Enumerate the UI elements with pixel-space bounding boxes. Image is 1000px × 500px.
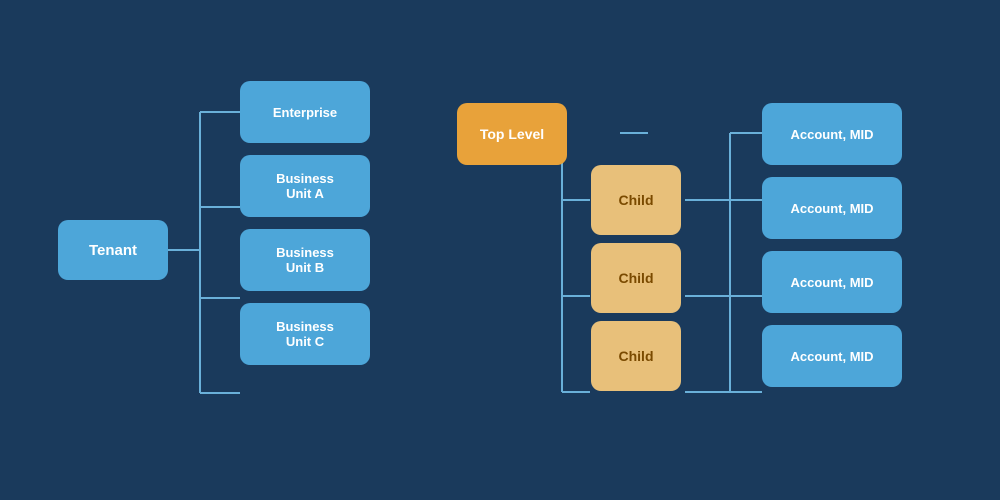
child-1-label: Child xyxy=(619,192,654,208)
bu-unit-b-label: BusinessUnit B xyxy=(276,245,334,275)
account-mid-1: Account, MID xyxy=(762,103,902,165)
children-column: Child Child Child xyxy=(591,165,681,391)
top-level-label: Top Level xyxy=(480,126,544,142)
child-2: Child xyxy=(591,243,681,313)
child-3: Child xyxy=(591,321,681,391)
business-units-column: Enterprise BusinessUnit A BusinessUnit B… xyxy=(240,81,370,365)
account-mid-2: Account, MID xyxy=(762,177,902,239)
bu-unit-a: BusinessUnit A xyxy=(240,155,370,217)
top-level-box: Top Level xyxy=(457,103,567,165)
account-mid-3-label: Account, MID xyxy=(790,275,873,290)
account-mid-1-label: Account, MID xyxy=(790,127,873,142)
diagram-container: Tenant Enterprise BusinessUnit A Busines… xyxy=(0,0,1000,500)
account-mid-3: Account, MID xyxy=(762,251,902,313)
bu-unit-a-label: BusinessUnit A xyxy=(276,171,334,201)
tenant-label: Tenant xyxy=(89,242,137,259)
child-3-label: Child xyxy=(619,348,654,364)
top-level-node: Top Level xyxy=(457,103,567,165)
account-mid-4: Account, MID xyxy=(762,325,902,387)
bu-enterprise-label: Enterprise xyxy=(273,105,337,120)
child-2-label: Child xyxy=(619,270,654,286)
account-mid-2-label: Account, MID xyxy=(790,201,873,216)
tenant-box: Tenant xyxy=(58,220,168,280)
bu-unit-c: BusinessUnit C xyxy=(240,303,370,365)
accounts-column: Account, MID Account, MID Account, MID A… xyxy=(762,103,902,387)
bu-unit-b: BusinessUnit B xyxy=(240,229,370,291)
bu-unit-c-label: BusinessUnit C xyxy=(276,319,334,349)
tenant-node: Tenant xyxy=(58,220,168,280)
child-1: Child xyxy=(591,165,681,235)
account-mid-4-label: Account, MID xyxy=(790,349,873,364)
bu-enterprise: Enterprise xyxy=(240,81,370,143)
